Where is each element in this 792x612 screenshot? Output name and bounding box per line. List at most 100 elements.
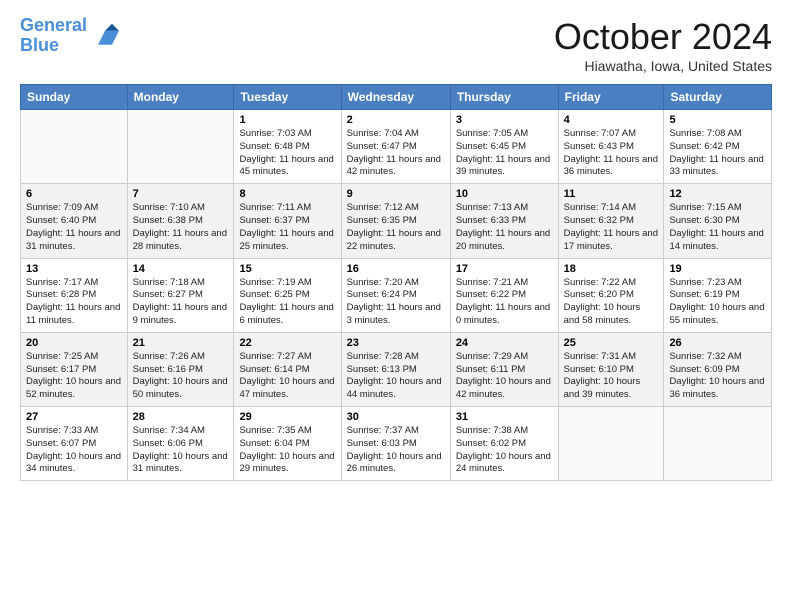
day-number: 13: [26, 263, 122, 275]
day-info: Sunrise: 7:28 AM Sunset: 6:13 PM Dayligh…: [347, 351, 445, 402]
week-row-2: 6Sunrise: 7:09 AM Sunset: 6:40 PM Daylig…: [21, 184, 772, 258]
day-info: Sunrise: 7:37 AM Sunset: 6:03 PM Dayligh…: [347, 425, 445, 476]
day-cell: 24 Sunrise: 7:29 AM Sunset: 6:11 PM Dayli…: [450, 332, 558, 406]
day-cell: 17 Sunrise: 7:21 AM Sunset: 6:22 PM Dayli…: [450, 258, 558, 332]
day-number: 21: [133, 337, 229, 349]
day-cell: 9 Sunrise: 7:12 AM Sunset: 6:35 PM Daylig…: [341, 184, 450, 258]
week-row-4: 20 Sunrise: 7:25 AM Sunset: 6:17 PM Dayli…: [21, 332, 772, 406]
day-cell: 2Sunrise: 7:04 AM Sunset: 6:47 PM Daylig…: [341, 110, 450, 184]
day-cell: 29Sunrise: 7:35 AM Sunset: 6:04 PM Dayli…: [234, 407, 341, 481]
weekday-header-tuesday: Tuesday: [234, 85, 341, 110]
day-cell: [664, 407, 772, 481]
day-info: Sunrise: 7:15 AM Sunset: 6:30 PM Dayligh…: [669, 202, 766, 253]
day-info: Sunrise: 7:18 AM Sunset: 6:27 PM Dayligh…: [133, 277, 229, 328]
weekday-header-friday: Friday: [558, 85, 664, 110]
day-info: Sunrise: 7:23 AM Sunset: 6:19 PM Dayligh…: [669, 277, 766, 328]
day-cell: 3 Sunrise: 7:05 AM Sunset: 6:45 PM Daylig…: [450, 110, 558, 184]
weekday-header-sunday: Sunday: [21, 85, 128, 110]
day-cell: 28Sunrise: 7:34 AM Sunset: 6:06 PM Dayli…: [127, 407, 234, 481]
day-cell: 23 Sunrise: 7:28 AM Sunset: 6:13 PM Dayli…: [341, 332, 450, 406]
day-info: Sunrise: 7:05 AM Sunset: 6:45 PM Dayligh…: [456, 128, 553, 179]
day-cell: 1Sunrise: 7:03 AM Sunset: 6:48 PM Daylig…: [234, 110, 341, 184]
day-info: Sunrise: 7:33 AM Sunset: 6:07 PM Dayligh…: [26, 425, 122, 476]
day-info: Sunrise: 7:22 AM Sunset: 6:20 PM Dayligh…: [564, 277, 659, 328]
day-number: 5: [669, 114, 766, 126]
day-cell: 22 Sunrise: 7:27 AM Sunset: 6:14 PM Dayli…: [234, 332, 341, 406]
page: General Blue October 2024 Hiawatha, Iowa…: [0, 0, 792, 491]
day-number: 11: [564, 188, 659, 200]
day-number: 16: [347, 263, 445, 275]
day-info: Sunrise: 7:29 AM Sunset: 6:11 PM Dayligh…: [456, 351, 553, 402]
day-cell: [21, 110, 128, 184]
logo-icon: [91, 22, 119, 50]
day-cell: 18 Sunrise: 7:22 AM Sunset: 6:20 PM Dayli…: [558, 258, 664, 332]
day-cell: 4Sunrise: 7:07 AM Sunset: 6:43 PM Daylig…: [558, 110, 664, 184]
day-cell: 8 Sunrise: 7:11 AM Sunset: 6:37 PM Daylig…: [234, 184, 341, 258]
day-cell: 10 Sunrise: 7:13 AM Sunset: 6:33 PM Dayli…: [450, 184, 558, 258]
day-info: Sunrise: 7:26 AM Sunset: 6:16 PM Dayligh…: [133, 351, 229, 402]
month-title: October 2024: [554, 16, 772, 58]
location: Hiawatha, Iowa, United States: [554, 58, 772, 74]
day-cell: 5 Sunrise: 7:08 AM Sunset: 6:42 PM Daylig…: [664, 110, 772, 184]
day-info: Sunrise: 7:34 AM Sunset: 6:06 PM Dayligh…: [133, 425, 229, 476]
day-cell: 14Sunrise: 7:18 AM Sunset: 6:27 PM Dayli…: [127, 258, 234, 332]
day-cell: 27 Sunrise: 7:33 AM Sunset: 6:07 PM Dayli…: [21, 407, 128, 481]
day-info: Sunrise: 7:12 AM Sunset: 6:35 PM Dayligh…: [347, 202, 445, 253]
day-cell: 12Sunrise: 7:15 AM Sunset: 6:30 PM Dayli…: [664, 184, 772, 258]
day-number: 9: [347, 188, 445, 200]
day-number: 20: [26, 337, 122, 349]
day-info: Sunrise: 7:03 AM Sunset: 6:48 PM Dayligh…: [239, 128, 335, 179]
day-info: Sunrise: 7:35 AM Sunset: 6:04 PM Dayligh…: [239, 425, 335, 476]
logo-text: General Blue: [20, 16, 87, 56]
day-number: 7: [133, 188, 229, 200]
day-number: 18: [564, 263, 659, 275]
header: General Blue October 2024 Hiawatha, Iowa…: [20, 16, 772, 74]
day-info: Sunrise: 7:11 AM Sunset: 6:37 PM Dayligh…: [239, 202, 335, 253]
day-cell: 20 Sunrise: 7:25 AM Sunset: 6:17 PM Dayli…: [21, 332, 128, 406]
day-cell: 6Sunrise: 7:09 AM Sunset: 6:40 PM Daylig…: [21, 184, 128, 258]
day-number: 23: [347, 337, 445, 349]
day-number: 22: [239, 337, 335, 349]
week-row-3: 13 Sunrise: 7:17 AM Sunset: 6:28 PM Dayli…: [21, 258, 772, 332]
day-cell: 7 Sunrise: 7:10 AM Sunset: 6:38 PM Daylig…: [127, 184, 234, 258]
day-info: Sunrise: 7:08 AM Sunset: 6:42 PM Dayligh…: [669, 128, 766, 179]
day-cell: 11 Sunrise: 7:14 AM Sunset: 6:32 PM Dayli…: [558, 184, 664, 258]
day-number: 15: [239, 263, 335, 275]
day-cell: 19 Sunrise: 7:23 AM Sunset: 6:19 PM Dayli…: [664, 258, 772, 332]
day-number: 25: [564, 337, 659, 349]
day-cell: 25Sunrise: 7:31 AM Sunset: 6:10 PM Dayli…: [558, 332, 664, 406]
day-cell: [127, 110, 234, 184]
day-number: 17: [456, 263, 553, 275]
week-row-5: 27 Sunrise: 7:33 AM Sunset: 6:07 PM Dayli…: [21, 407, 772, 481]
weekday-header-wednesday: Wednesday: [341, 85, 450, 110]
day-cell: 30 Sunrise: 7:37 AM Sunset: 6:03 PM Dayli…: [341, 407, 450, 481]
day-number: 3: [456, 114, 553, 126]
day-cell: 26Sunrise: 7:32 AM Sunset: 6:09 PM Dayli…: [664, 332, 772, 406]
calendar-table: SundayMondayTuesdayWednesdayThursdayFrid…: [20, 84, 772, 481]
title-section: October 2024 Hiawatha, Iowa, United Stat…: [554, 16, 772, 74]
day-number: 24: [456, 337, 553, 349]
day-number: 2: [347, 114, 445, 126]
day-info: Sunrise: 7:21 AM Sunset: 6:22 PM Dayligh…: [456, 277, 553, 328]
day-info: Sunrise: 7:38 AM Sunset: 6:02 PM Dayligh…: [456, 425, 553, 476]
weekday-header-row: SundayMondayTuesdayWednesdayThursdayFrid…: [21, 85, 772, 110]
day-info: Sunrise: 7:17 AM Sunset: 6:28 PM Dayligh…: [26, 277, 122, 328]
day-cell: 15Sunrise: 7:19 AM Sunset: 6:25 PM Dayli…: [234, 258, 341, 332]
day-number: 10: [456, 188, 553, 200]
day-cell: 16 Sunrise: 7:20 AM Sunset: 6:24 PM Dayli…: [341, 258, 450, 332]
day-number: 8: [239, 188, 335, 200]
weekday-header-monday: Monday: [127, 85, 234, 110]
day-cell: [558, 407, 664, 481]
day-number: 27: [26, 411, 122, 423]
day-number: 19: [669, 263, 766, 275]
day-info: Sunrise: 7:10 AM Sunset: 6:38 PM Dayligh…: [133, 202, 229, 253]
week-row-1: 1Sunrise: 7:03 AM Sunset: 6:48 PM Daylig…: [21, 110, 772, 184]
day-number: 30: [347, 411, 445, 423]
day-info: Sunrise: 7:27 AM Sunset: 6:14 PM Dayligh…: [239, 351, 335, 402]
day-info: Sunrise: 7:25 AM Sunset: 6:17 PM Dayligh…: [26, 351, 122, 402]
day-info: Sunrise: 7:14 AM Sunset: 6:32 PM Dayligh…: [564, 202, 659, 253]
weekday-header-saturday: Saturday: [664, 85, 772, 110]
day-info: Sunrise: 7:13 AM Sunset: 6:33 PM Dayligh…: [456, 202, 553, 253]
weekday-header-thursday: Thursday: [450, 85, 558, 110]
day-info: Sunrise: 7:20 AM Sunset: 6:24 PM Dayligh…: [347, 277, 445, 328]
